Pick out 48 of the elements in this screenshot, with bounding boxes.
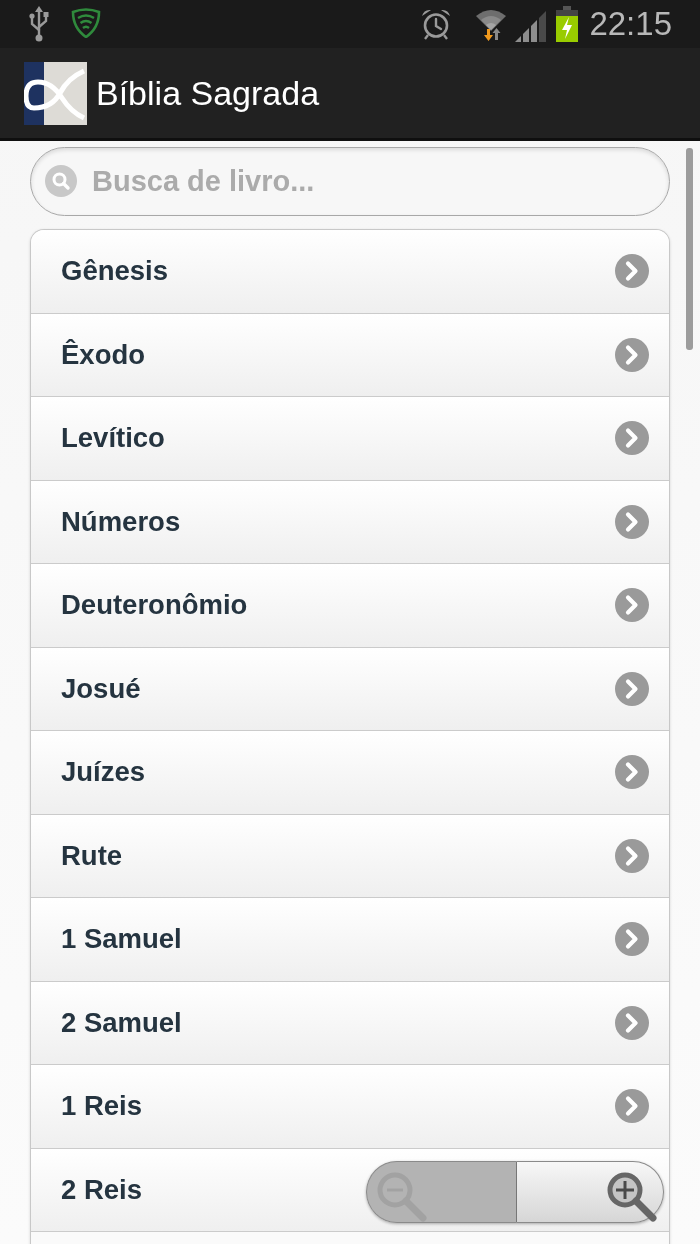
zoom-in-icon bbox=[605, 1170, 657, 1222]
chevron-right-icon bbox=[615, 254, 649, 289]
chevron-right-icon bbox=[615, 922, 649, 957]
book-list-item[interactable]: Gênesis bbox=[31, 230, 669, 314]
chevron-right-icon bbox=[615, 588, 649, 623]
book-list-item[interactable]: Josué bbox=[31, 647, 669, 731]
book-name: Êxodo bbox=[61, 338, 146, 371]
book-name: 2 Reis bbox=[61, 1173, 143, 1206]
book-name: Levítico bbox=[61, 422, 165, 455]
book-list-item[interactable]: Juízes bbox=[31, 731, 669, 815]
alarm-clock-icon bbox=[420, 8, 453, 40]
shield-icon bbox=[71, 8, 101, 38]
book-list-item[interactable]: Rute bbox=[31, 814, 669, 898]
book-name: Gênesis bbox=[61, 255, 168, 288]
book-name: Josué bbox=[61, 672, 141, 705]
book-list-item[interactable]: Levítico bbox=[31, 397, 669, 481]
book-list-item[interactable]: 2 Samuel bbox=[31, 981, 669, 1065]
book-list-item[interactable]: 1 Samuel bbox=[31, 898, 669, 982]
app-title: Bíblia Sagrada bbox=[96, 73, 320, 113]
book-list-item[interactable]: Deuteronômio bbox=[31, 564, 669, 648]
chevron-right-icon bbox=[615, 504, 649, 539]
book-name: Deuteronômio bbox=[61, 589, 248, 622]
book-list-item[interactable]: Êxodo bbox=[31, 313, 669, 397]
book-list-item[interactable]: 1 Reis bbox=[31, 1065, 669, 1149]
book-name: Números bbox=[61, 505, 181, 538]
book-name: Rute bbox=[61, 839, 123, 872]
fish-logo-icon bbox=[24, 61, 87, 125]
battery-charging-icon bbox=[556, 6, 579, 42]
wifi-icon bbox=[475, 7, 508, 41]
book-list-item[interactable]: Números bbox=[31, 480, 669, 564]
chevron-right-icon bbox=[615, 671, 649, 706]
chevron-right-icon bbox=[615, 337, 649, 372]
clock-time: 22:15 bbox=[589, 4, 672, 44]
zoom-in-button[interactable] bbox=[516, 1161, 664, 1223]
zoom-out-icon bbox=[375, 1170, 427, 1222]
book-name: Juízes bbox=[61, 756, 146, 789]
chevron-right-icon bbox=[615, 838, 649, 873]
usb-icon bbox=[28, 6, 50, 42]
chevron-right-icon bbox=[615, 421, 649, 456]
book-name: 1 Samuel bbox=[61, 923, 182, 956]
chevron-right-icon bbox=[615, 755, 649, 790]
search-field[interactable]: Busca de livro... bbox=[30, 147, 670, 216]
chevron-right-icon bbox=[615, 1005, 649, 1040]
book-name: 2 Samuel bbox=[61, 1006, 182, 1039]
book-name: 1 Reis bbox=[61, 1090, 143, 1123]
signal-icon bbox=[514, 10, 548, 42]
search-icon bbox=[45, 165, 77, 197]
chevron-right-icon bbox=[615, 1089, 649, 1124]
